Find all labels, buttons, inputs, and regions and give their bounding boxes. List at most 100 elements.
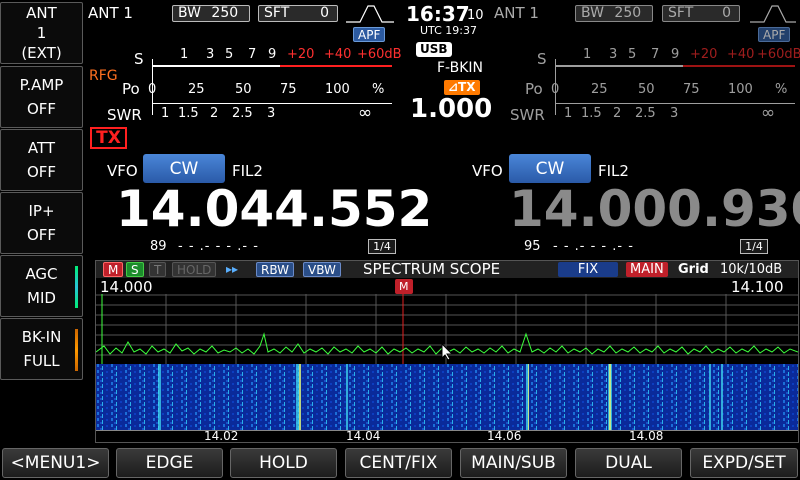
main-bw-value: 250	[211, 5, 239, 21]
scope-span-label: 10k/10dB	[720, 262, 783, 277]
sub-po-tick-0: 0	[551, 82, 560, 97]
scope-s-tag: S	[126, 262, 144, 277]
main-bw-label: BW	[178, 5, 201, 21]
sub-po-label: Po	[525, 80, 543, 98]
scope-t-tag: T	[149, 262, 167, 277]
main-sft-value: 0	[320, 5, 329, 21]
edge-button[interactable]: EDGE	[116, 448, 223, 478]
sub-sft-box[interactable]: SFT 0	[662, 5, 740, 22]
sub-frequency[interactable]: 14.000.930	[509, 180, 800, 238]
sub-swr-tick-1-5: 1.5	[581, 106, 602, 121]
scope-axis-1406: 14.06	[487, 429, 522, 443]
expd-set-button[interactable]: EXPD/SET	[690, 448, 798, 478]
sub-swr-label: SWR	[510, 106, 545, 124]
bkin-label: BK-IN	[21, 328, 62, 346]
sub-s-tick-9: 9	[671, 47, 680, 62]
sub-po-tick-pct: %	[775, 82, 788, 97]
sub-po-tick-100: 100	[728, 82, 753, 97]
sub-mode-button[interactable]: CW	[509, 154, 591, 183]
sub-bw-value: 250	[614, 5, 642, 21]
utc-time: UTC 19:37	[420, 24, 478, 37]
scope-grid-label: Grid	[678, 262, 709, 277]
swr-tick-1: 1	[161, 106, 170, 121]
ant-button[interactable]: ANT 1 (EXT)	[0, 2, 83, 64]
clock-time: 16:37	[406, 2, 470, 26]
po-tick-50: 50	[235, 82, 252, 97]
sub-po-tick-25: 25	[591, 82, 608, 97]
preamp-label: P.AMP	[19, 76, 64, 94]
agc-button[interactable]: AGC MID	[0, 255, 83, 317]
sub-vfo-label: VFO	[472, 162, 503, 180]
agc-value: MID	[27, 289, 56, 307]
scope-hold-tag: HOLD	[172, 262, 217, 277]
preamp-button[interactable]: P.AMP OFF	[0, 66, 83, 128]
att-button[interactable]: ATT OFF	[0, 129, 83, 191]
sub-swr-tick-2: 2	[613, 106, 622, 121]
main-sub-button[interactable]: MAIN/SUB	[460, 448, 567, 478]
swr-tick-3: 3	[267, 106, 276, 121]
sub-swr-tick-inf: ∞	[761, 103, 776, 123]
s-tick-plus60: +60dB	[357, 47, 402, 62]
sub-sub-value: 95	[524, 239, 541, 254]
sub-ant-label: ANT 1	[494, 4, 539, 22]
sub-s-tick-plus20: +20	[690, 47, 718, 62]
sub-bw-label: BW	[581, 5, 604, 21]
scope-title: SPECTRUM SCOPE	[363, 260, 501, 278]
main-sft-box[interactable]: SFT 0	[258, 5, 338, 22]
swr-tick-inf: ∞	[358, 103, 373, 123]
sub-filter-label[interactable]: FIL2	[598, 162, 629, 180]
bkin-button[interactable]: BK-IN FULL	[0, 318, 83, 380]
tx-indicator: TX	[90, 127, 127, 149]
waterfall-display	[96, 364, 798, 430]
sub-po-tick-75: 75	[683, 82, 700, 97]
att-value: OFF	[26, 163, 57, 181]
sub-s-tick-7: 7	[651, 47, 660, 62]
agc-label: AGC	[25, 265, 58, 283]
sub-sft-label: SFT	[668, 5, 694, 21]
sub-s-tick-plus40: +40	[727, 47, 755, 62]
s-tick-plus40: +40	[324, 47, 352, 62]
swr-tick-2: 2	[210, 106, 219, 121]
scope-marker-tag: M	[395, 279, 413, 294]
ipplus-button[interactable]: IP+ OFF	[0, 192, 83, 254]
sub-filter-shape-icon	[750, 5, 796, 23]
scope-fix-tag[interactable]: FIX	[558, 262, 618, 277]
main-frequency[interactable]: 14.044.552	[116, 180, 432, 238]
sub-step-badge[interactable]: 1/4	[740, 239, 768, 254]
s-tick-1: 1	[180, 47, 189, 62]
main-po-label: Po	[122, 80, 140, 98]
main-bw-box[interactable]: BW 250	[172, 5, 250, 22]
dual-button[interactable]: DUAL	[575, 448, 682, 478]
po-tick-75: 75	[280, 82, 297, 97]
preamp-value: OFF	[26, 100, 57, 118]
scope-rbw-tag: RBW	[256, 262, 295, 277]
main-step-badge[interactable]: 1/4	[368, 239, 396, 254]
sub-swr-tick-1: 1	[564, 106, 573, 121]
bkin-indicator	[75, 329, 78, 371]
sub-bw-box[interactable]: BW 250	[575, 5, 653, 22]
delta-tx-badge: ⊿TX	[444, 80, 480, 95]
main-filter-label[interactable]: FIL2	[232, 162, 263, 180]
main-mode-button[interactable]: CW	[143, 154, 225, 183]
hold-button[interactable]: HOLD	[230, 448, 337, 478]
menu1-button[interactable]: <MENU1>	[2, 448, 109, 478]
scope-arrows-icon: ▸▸	[226, 262, 239, 276]
cent-fix-button[interactable]: CENT/FIX	[345, 448, 452, 478]
main-s-label: S	[134, 50, 144, 68]
swr-tick-1-5: 1.5	[178, 106, 199, 121]
sub-swr-tick-2-5: 2.5	[635, 106, 656, 121]
sub-s-tick-1: 1	[583, 47, 592, 62]
scope-main-tag[interactable]: MAIN	[626, 262, 668, 277]
sub-sub-dashes: - - .- - - .- -	[553, 239, 634, 254]
agc-indicator	[75, 266, 78, 308]
swr-tick-2-5: 2.5	[232, 106, 253, 121]
sub-s-tick-3: 3	[609, 47, 618, 62]
att-label: ATT	[27, 139, 56, 157]
s-tick-9: 9	[268, 47, 277, 62]
ipplus-label: IP+	[28, 202, 55, 220]
po-tick-25: 25	[188, 82, 205, 97]
bkin-value: FULL	[23, 352, 60, 370]
scope-m-tag: M	[103, 262, 124, 277]
scope-axis-1408: 14.08	[629, 429, 664, 443]
ant-number: 1	[36, 24, 47, 42]
